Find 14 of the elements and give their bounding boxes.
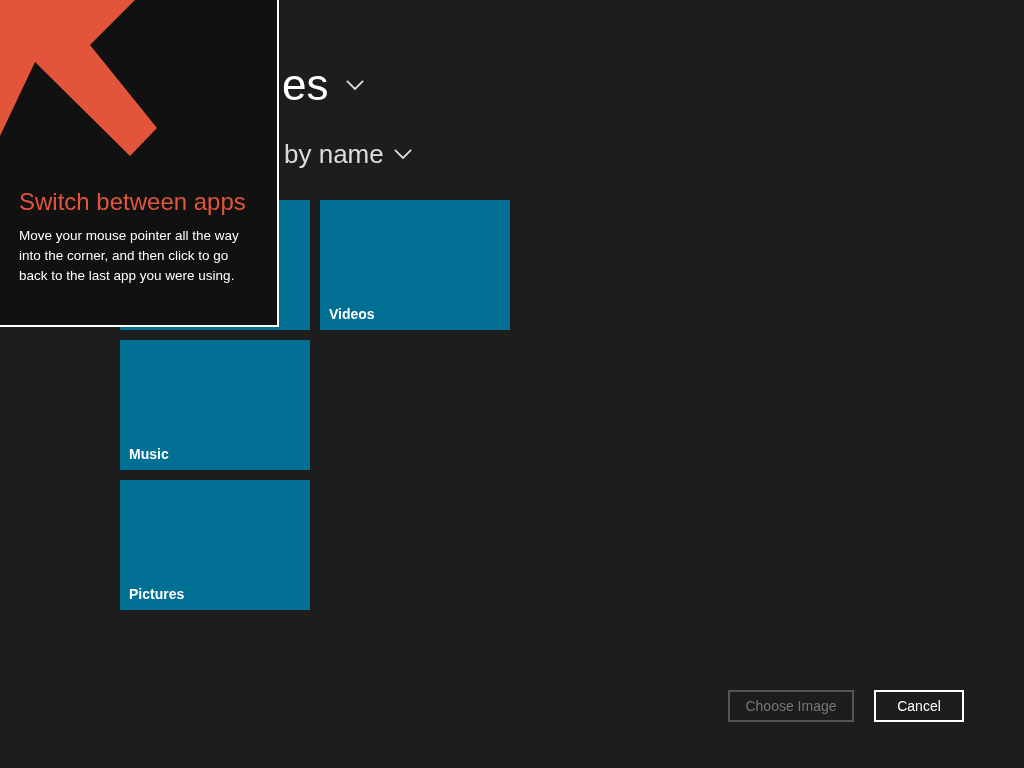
chevron-down-icon[interactable] — [346, 79, 365, 91]
tip-title: Switch between apps — [19, 188, 247, 216]
tile-label: Videos — [329, 306, 375, 322]
chevron-down-icon[interactable] — [393, 148, 412, 160]
tip-text: Move your mouse pointer all the way into the corner, and then click to go back to the last app you were using. — [19, 227, 240, 285]
tile-label: Music — [129, 446, 169, 462]
arrow-icon — [0, 0, 157, 156]
page-title: es — [282, 63, 329, 107]
folder-tile[interactable]: Pictures — [120, 480, 310, 610]
folder-tile[interactable]: Music — [120, 340, 310, 470]
sort-label[interactable]: by name — [284, 141, 384, 167]
tile-label: Pictures — [129, 586, 185, 602]
folder-tile[interactable]: Videos — [320, 200, 510, 330]
cancel-button[interactable]: Cancel — [874, 690, 964, 722]
